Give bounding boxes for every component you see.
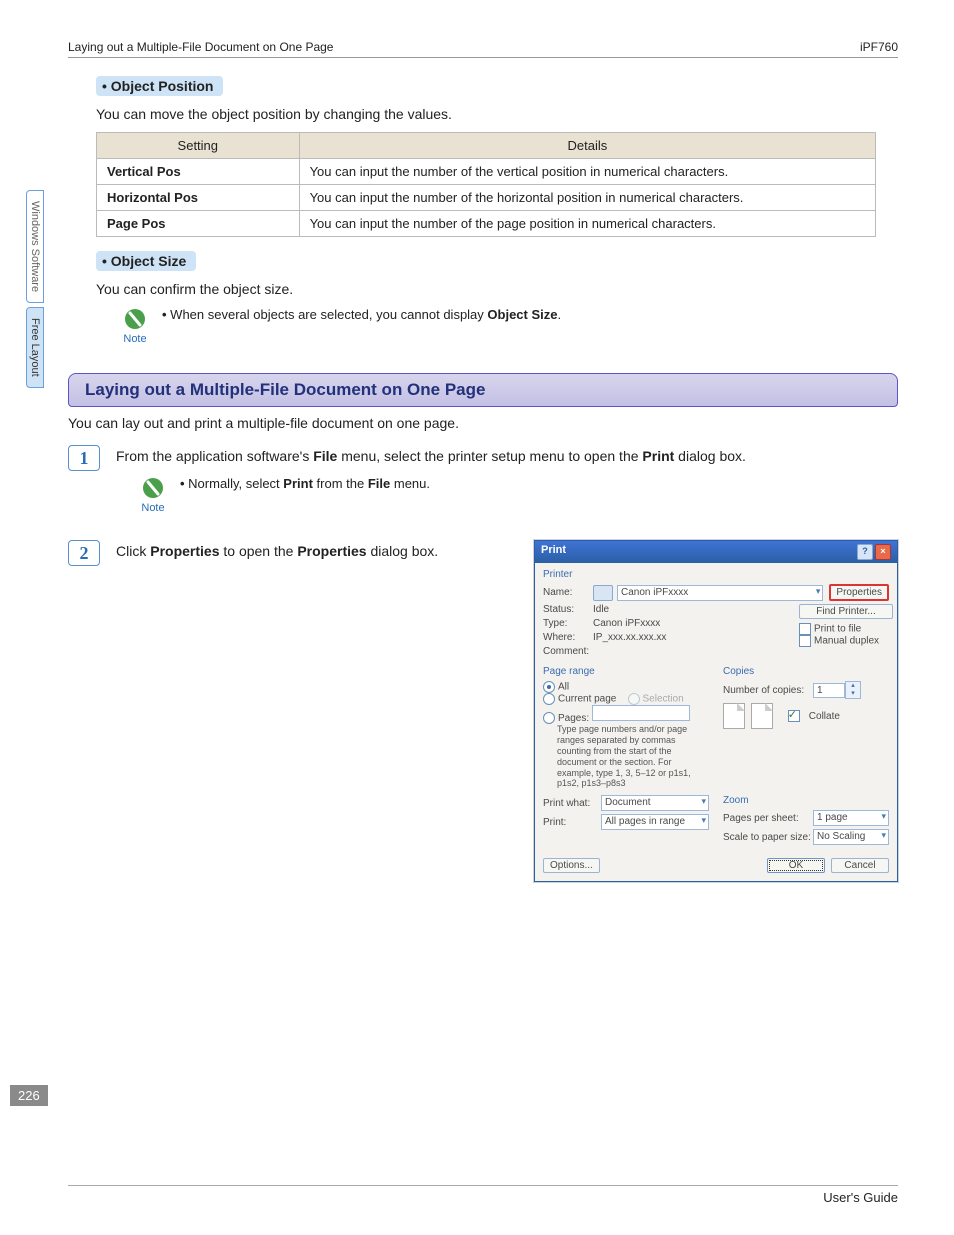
footer: User's Guide <box>68 1185 898 1205</box>
collate-icon <box>723 703 745 729</box>
table-row: Page Pos You can input the number of the… <box>97 211 876 237</box>
print-select[interactable]: All pages in range <box>601 814 709 830</box>
status-value: Idle <box>593 604 609 615</box>
help-icon[interactable]: ? <box>857 544 873 560</box>
collate-label: Collate <box>809 711 840 722</box>
page-number: 226 <box>10 1085 48 1106</box>
breadcrumb: Laying out a Multiple-File Document on O… <box>68 40 333 54</box>
num-copies-input[interactable]: 1 <box>813 683 845 698</box>
current-page-radio[interactable] <box>543 693 555 705</box>
cell-details: You can input the number of the horizont… <box>299 185 876 211</box>
close-icon[interactable]: × <box>875 544 891 560</box>
pages-radio[interactable] <box>543 712 555 724</box>
side-tabs: Windows Software Free Layout <box>24 190 46 392</box>
type-value: Canon iPFxxxx <box>593 618 660 629</box>
pages-hint: Type page numbers and/or page ranges sep… <box>557 724 709 789</box>
table-row: Vertical Pos You can input the number of… <box>97 159 876 185</box>
options-button[interactable]: Options... <box>543 858 600 873</box>
scale-label: Scale to paper size: <box>723 832 813 843</box>
step-number: 2 <box>68 540 100 566</box>
ok-button[interactable]: OK <box>767 858 825 873</box>
status-label: Status: <box>543 604 593 615</box>
collate-checkbox[interactable] <box>788 710 800 722</box>
note-block: Note When several objects are selected, … <box>118 307 898 345</box>
table-header-setting: Setting <box>97 133 300 159</box>
zoom-label: Zoom <box>723 795 889 806</box>
where-label: Where: <box>543 632 593 643</box>
selection-label: Selection <box>643 694 684 705</box>
properties-button[interactable]: Properties <box>829 584 889 601</box>
object-position-text: You can move the object position by chan… <box>96 106 898 122</box>
print-label: Print: <box>543 817 601 828</box>
note-text: Normally, select Print from the File men… <box>180 476 898 491</box>
step-body: From the application software's File men… <box>116 445 898 528</box>
side-tab-free-layout[interactable]: Free Layout <box>26 307 44 388</box>
cell-setting: Horizontal Pos <box>97 185 300 211</box>
current-page-label: Current page <box>558 694 616 705</box>
object-position-heading: Object Position <box>96 76 223 96</box>
printer-icon <box>593 585 613 601</box>
cell-setting: Vertical Pos <box>97 159 300 185</box>
copies-spinner[interactable]: ▴▾ <box>845 681 861 699</box>
scale-select[interactable]: No Scaling <box>813 829 889 845</box>
object-size-heading: Object Size <box>96 251 196 271</box>
object-position-table: Setting Details Vertical Pos You can inp… <box>96 132 876 237</box>
page-header: Laying out a Multiple-File Document on O… <box>68 40 898 58</box>
pages-input[interactable] <box>592 705 690 721</box>
printer-name-select[interactable]: Canon iPFxxxx <box>617 585 823 601</box>
all-label: All <box>558 682 569 693</box>
type-label: Type: <box>543 618 593 629</box>
find-printer-button[interactable]: Find Printer... <box>799 604 893 619</box>
note-icon: Note <box>118 307 152 345</box>
pps-label: Pages per sheet: <box>723 813 813 824</box>
collate-icon <box>751 703 773 729</box>
dialog-titlebar: Print ? × <box>535 541 897 563</box>
note-text: When several objects are selected, you c… <box>162 307 898 322</box>
table-row: Horizontal Pos You can input the number … <box>97 185 876 211</box>
section-intro: You can lay out and print a multiple-fil… <box>68 415 898 431</box>
dialog-title: Print <box>541 544 566 560</box>
name-label: Name: <box>543 587 593 598</box>
model-label: iPF760 <box>860 40 898 54</box>
note-icon: Note <box>136 476 170 514</box>
selection-radio <box>628 693 640 705</box>
section-heading: Laying out a Multiple-File Document on O… <box>68 373 898 407</box>
cell-details: You can input the number of the vertical… <box>299 159 876 185</box>
pages-label: Pages: <box>558 713 589 724</box>
object-size-text: You can confirm the object size. <box>96 281 898 297</box>
manual-duplex-label: Manual duplex <box>814 636 879 647</box>
num-copies-label: Number of copies: <box>723 685 813 696</box>
pps-select[interactable]: 1 page <box>813 810 889 826</box>
print-to-file-checkbox[interactable] <box>799 623 811 635</box>
cancel-button[interactable]: Cancel <box>831 858 889 873</box>
step-1: 1 From the application software's File m… <box>68 445 898 528</box>
print-dialog: Print ? × Printer Name: Canon iPFxxxx <box>534 540 898 882</box>
print-what-select[interactable]: Document <box>601 795 709 811</box>
manual-duplex-checkbox[interactable] <box>799 635 811 647</box>
side-tab-windows-software[interactable]: Windows Software <box>26 190 44 303</box>
step-2: 2 Click Properties to open the Propertie… <box>68 540 898 882</box>
step-number: 1 <box>68 445 100 471</box>
cell-setting: Page Pos <box>97 211 300 237</box>
comment-label: Comment: <box>543 646 593 657</box>
printer-group-label: Printer <box>543 569 889 580</box>
cell-details: You can input the number of the page pos… <box>299 211 876 237</box>
copies-label: Copies <box>723 666 889 677</box>
all-radio[interactable] <box>543 681 555 693</box>
page-range-label: Page range <box>543 666 709 677</box>
where-value: IP_xxx.xx.xxx.xx <box>593 632 666 643</box>
table-header-details: Details <box>299 133 876 159</box>
step-body: Click Properties to open the Properties … <box>116 540 526 559</box>
print-to-file-label: Print to file <box>814 624 861 635</box>
print-what-label: Print what: <box>543 798 601 809</box>
